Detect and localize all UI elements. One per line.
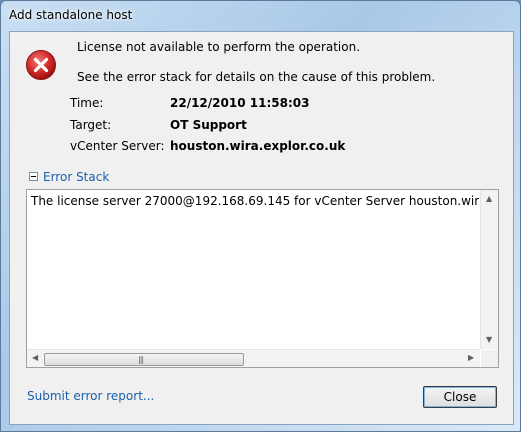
time-value: 22/12/2010 11:58:03 xyxy=(170,96,310,110)
window-title: Add standalone host xyxy=(9,8,133,22)
error-message: License not available to perform the ope… xyxy=(77,40,361,54)
horizontal-scroll-thumb[interactable]: ||| xyxy=(44,353,244,366)
target-label: Target: xyxy=(70,118,112,132)
scrollbar-corner xyxy=(481,350,498,367)
scroll-right-icon[interactable]: ▶ xyxy=(468,354,474,362)
vertical-scrollbar[interactable]: ▲ ▼ xyxy=(480,190,498,349)
error-stack-textbox[interactable]: The license server 27000@192.168.69.145 … xyxy=(26,189,499,368)
horizontal-scrollbar[interactable]: ◀ ||| ▶ xyxy=(27,349,480,367)
target-value: OT Support xyxy=(170,118,247,132)
collapse-icon[interactable] xyxy=(29,172,38,181)
grip-icon: ||| xyxy=(138,355,144,364)
dialog-body: License not available to perform the ope… xyxy=(9,31,514,425)
vcenter-value: houston.wira.explor.co.uk xyxy=(170,139,346,153)
error-icon xyxy=(26,50,56,80)
dialog-window: Add standalone host License not availabl… xyxy=(0,0,521,432)
title-bar[interactable]: Add standalone host xyxy=(1,1,520,29)
scroll-down-icon[interactable]: ▼ xyxy=(486,336,492,344)
time-label: Time: xyxy=(70,96,104,110)
vcenter-label: vCenter Server: xyxy=(70,139,165,153)
error-stack-text: The license server 27000@192.168.69.145 … xyxy=(31,194,479,208)
close-button[interactable]: Close xyxy=(423,386,497,408)
error-stack-toggle[interactable]: Error Stack xyxy=(43,170,109,184)
error-hint: See the error stack for details on the c… xyxy=(77,70,436,84)
scroll-left-icon[interactable]: ◀ xyxy=(32,354,38,362)
scroll-up-icon[interactable]: ▲ xyxy=(486,195,492,203)
submit-error-report-link[interactable]: Submit error report... xyxy=(27,389,154,403)
